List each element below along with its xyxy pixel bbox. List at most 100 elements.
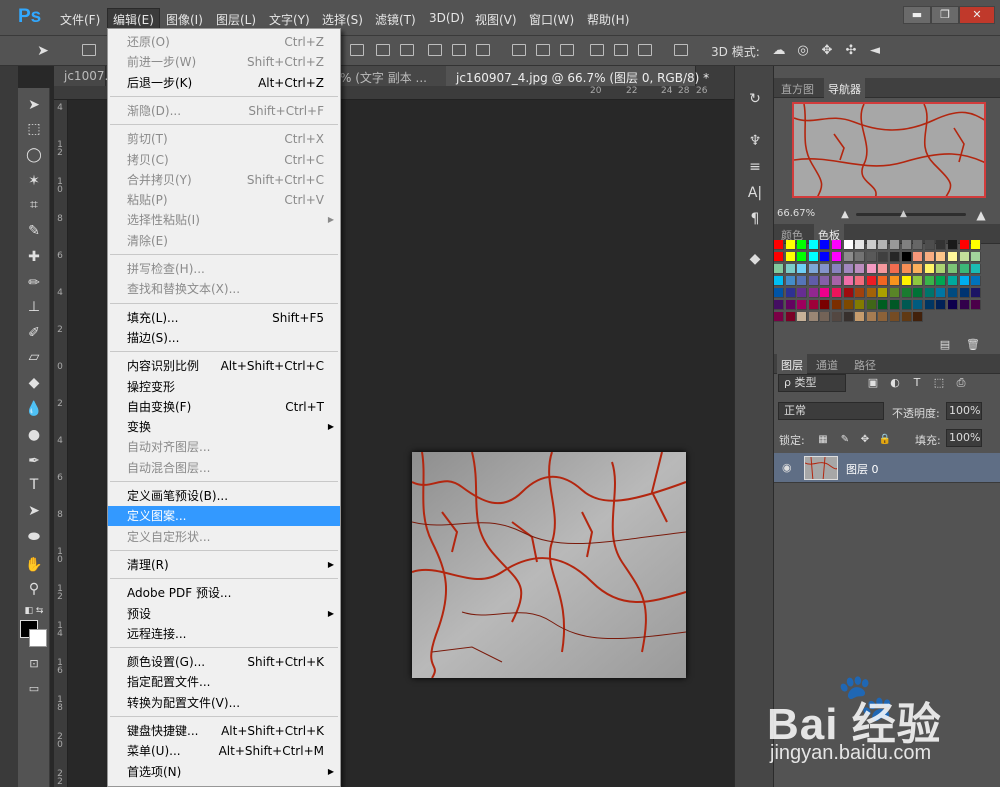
color-swatch[interactable]	[866, 312, 877, 322]
color-swatch[interactable]	[808, 240, 819, 250]
color-swatch[interactable]	[913, 276, 924, 286]
color-swatch[interactable]	[913, 264, 924, 274]
color-swatch[interactable]	[913, 300, 924, 310]
color-swatch[interactable]	[866, 300, 877, 310]
lock-pixels-icon[interactable]: ✎	[834, 429, 856, 451]
edit-menu-item[interactable]: 还原(O) Ctrl+Z	[108, 32, 340, 52]
history-panel-icon[interactable]: ↻	[744, 88, 766, 110]
auto-align-icon[interactable]	[674, 44, 688, 56]
document-image[interactable]	[412, 452, 686, 678]
color-swatch[interactable]	[878, 264, 889, 274]
edit-menu-item[interactable]: 清理(R) ▶	[108, 555, 340, 575]
edit-menu-item[interactable]: 变换 ▶	[108, 417, 340, 437]
color-swatch[interactable]	[936, 276, 947, 286]
default-colors-icon[interactable]: ◧ ⇆	[23, 600, 45, 622]
color-swatch[interactable]	[808, 252, 819, 262]
align-bottom-icon[interactable]	[400, 44, 414, 56]
3d-roll-icon[interactable]: ◎	[792, 40, 814, 62]
brush-presets-icon[interactable]: ≡	[744, 156, 766, 178]
color-swatch[interactable]	[924, 288, 935, 298]
color-swatch[interactable]	[855, 252, 866, 262]
edit-menu-item[interactable]: 自动混合图层...	[108, 458, 340, 478]
lock-position-icon[interactable]: ✥	[854, 429, 876, 451]
edit-menu-item[interactable]: 自动对齐图层...	[108, 437, 340, 457]
color-swatch[interactable]	[901, 300, 912, 310]
fill-input[interactable]: 100%	[946, 429, 982, 447]
color-swatch[interactable]	[785, 312, 796, 322]
edit-menu-item[interactable]: 填充(L)... Shift+F5	[108, 308, 340, 328]
color-swatch[interactable]	[808, 288, 819, 298]
color-swatch[interactable]	[936, 300, 947, 310]
color-swatch[interactable]	[878, 300, 889, 310]
color-swatch[interactable]	[808, 312, 819, 322]
marquee-tool-icon[interactable]: ⬚	[23, 118, 45, 140]
brush-tool-icon[interactable]: ✏	[23, 272, 45, 294]
color-swatch[interactable]	[820, 276, 831, 286]
color-swatch[interactable]	[832, 288, 842, 298]
align-hcenter-icon[interactable]	[452, 44, 466, 56]
edit-menu-item[interactable]: 清除(E)	[108, 231, 340, 251]
color-swatch[interactable]	[878, 240, 889, 250]
3d-drag-icon[interactable]: ✥	[816, 40, 838, 62]
color-swatch[interactable]	[971, 252, 982, 262]
color-swatch[interactable]	[774, 264, 784, 274]
opacity-input[interactable]: 100%	[946, 402, 982, 420]
color-swatch[interactable]	[866, 240, 877, 250]
color-swatch[interactable]	[843, 264, 854, 274]
color-swatch[interactable]	[855, 288, 866, 298]
blur-tool-icon[interactable]: 💧	[23, 398, 45, 420]
edit-menu-item[interactable]: 拷贝(C) Ctrl+C	[108, 150, 340, 170]
move-tool-icon[interactable]: ➤	[23, 94, 45, 116]
align-top-icon[interactable]	[350, 44, 364, 56]
color-swatch[interactable]	[890, 312, 900, 322]
brush-panel-icon[interactable]: ♆	[744, 130, 766, 152]
dodge-tool-icon[interactable]: ●	[23, 424, 45, 446]
edit-menu-item[interactable]: 颜色设置(G)... Shift+Ctrl+K	[108, 652, 340, 672]
color-swatch[interactable]	[901, 264, 912, 274]
edit-menu-item[interactable]: 剪切(T) Ctrl+X	[108, 129, 340, 149]
auto-select-checkbox[interactable]	[82, 44, 96, 56]
color-swatch[interactable]	[913, 240, 924, 250]
color-swatch[interactable]	[936, 252, 947, 262]
edit-menu-item[interactable]: 转换为配置文件(V)...	[108, 693, 340, 713]
color-swatch[interactable]	[913, 288, 924, 298]
color-swatch[interactable]	[890, 300, 900, 310]
color-swatch[interactable]	[808, 300, 819, 310]
filter-type-icon[interactable]: T	[906, 372, 928, 394]
character-panel-icon[interactable]: A|	[744, 182, 766, 204]
color-swatch[interactable]	[959, 264, 970, 274]
color-swatch[interactable]	[971, 240, 982, 250]
doc-tab-1[interactable]: jc1007...	[54, 66, 116, 86]
screen-mode-icon[interactable]: ▭	[23, 678, 45, 700]
minimize-button[interactable]: ▬	[903, 6, 931, 24]
color-swatch[interactable]	[774, 252, 784, 262]
color-swatch[interactable]	[901, 276, 912, 286]
color-swatch[interactable]	[843, 312, 854, 322]
3d-rotate-icon[interactable]: ☁	[768, 40, 790, 62]
color-swatch[interactable]	[785, 276, 796, 286]
color-swatch[interactable]	[890, 288, 900, 298]
align-left-icon[interactable]	[428, 44, 442, 56]
color-swatch[interactable]	[878, 312, 889, 322]
lock-transparent-icon[interactable]: ▦	[812, 429, 834, 451]
color-swatch[interactable]	[774, 276, 784, 286]
edit-menu-item[interactable]: 后退一步(K) Alt+Ctrl+Z	[108, 73, 340, 93]
tab-layers[interactable]: 图层	[777, 354, 807, 374]
color-swatch[interactable]	[866, 276, 877, 286]
color-swatch[interactable]	[924, 252, 935, 262]
close-button[interactable]: ✕	[959, 6, 995, 24]
edit-menu-item[interactable]: 查找和替换文本(X)...	[108, 279, 340, 299]
color-swatch[interactable]	[820, 312, 831, 322]
move-tool-preset-icon[interactable]: ➤	[32, 40, 54, 62]
zoom-slider[interactable]: ▲	[856, 209, 966, 219]
align-vcenter-icon[interactable]	[376, 44, 390, 56]
color-swatch[interactable]	[797, 300, 808, 310]
color-swatch[interactable]	[832, 240, 842, 250]
visibility-eye-icon[interactable]: ◉	[782, 461, 792, 474]
color-swatch[interactable]	[774, 288, 784, 298]
edit-menu-item[interactable]: 首选项(N) ▶	[108, 762, 340, 782]
color-swatch[interactable]	[901, 312, 912, 322]
zoom-in-icon[interactable]: ▲	[970, 204, 992, 226]
menu-help[interactable]: 帮助(H)	[587, 11, 629, 28]
edit-menu-item[interactable]: 描边(S)...	[108, 328, 340, 348]
